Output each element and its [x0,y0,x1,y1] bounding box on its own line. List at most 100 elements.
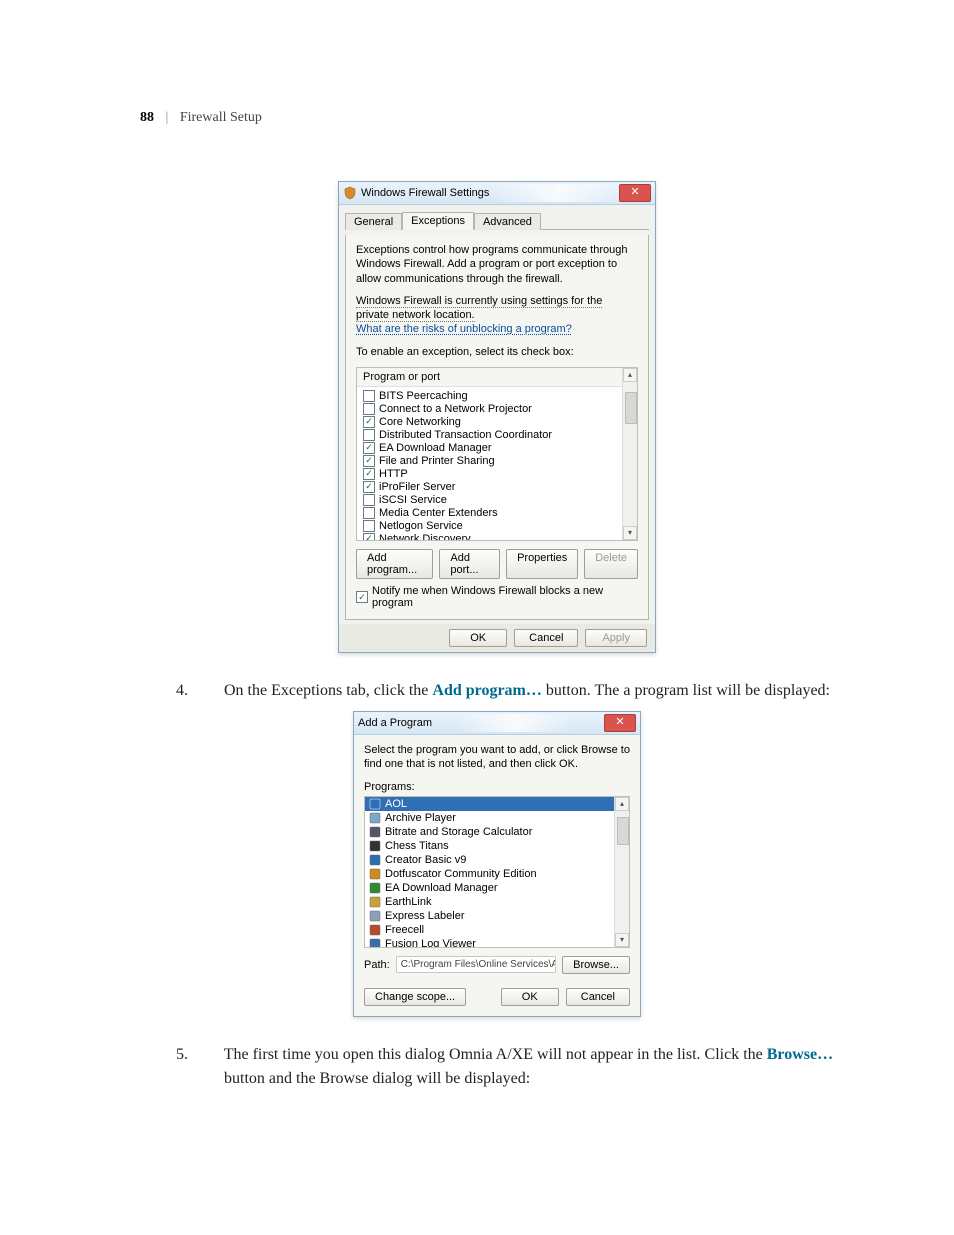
list-item-label: Archive Player [385,812,456,824]
list-item[interactable]: Dotfuscator Community Edition [365,867,629,881]
ok-button[interactable]: OK [449,629,507,647]
shield-icon [343,186,357,200]
list-item-label: Media Center Extenders [379,507,498,519]
dialog-footer: OK Cancel Apply [339,624,655,652]
list-item-label: Chess Titans [385,840,449,852]
list-item-label: EA Download Manager [385,882,498,894]
step-5: 5. The first time you open this dialog O… [200,1043,854,1091]
cancel-button[interactable]: Cancel [566,988,630,1006]
program-icon [369,882,381,894]
scrollbar[interactable]: ▴ ▾ [622,368,637,540]
list-item[interactable]: AOL [365,797,629,811]
step-4-post: button. The a program list will be displ… [542,682,830,699]
program-icon [369,840,381,852]
scroll-down-icon[interactable]: ▾ [615,933,629,947]
cancel-button[interactable]: Cancel [514,629,578,647]
list-item[interactable]: Netlogon Service [363,519,637,532]
list-item[interactable]: ✓HTTP [363,467,637,480]
checkbox[interactable] [363,390,375,402]
firewall-settings-dialog: Windows Firewall Settings ✕ General Exce… [338,181,656,653]
change-scope-button[interactable]: Change scope... [364,988,466,1006]
apply-button[interactable]: Apply [585,629,647,647]
list-item[interactable]: EarthLink [365,895,629,909]
list-item[interactable]: iSCSI Service [363,493,637,506]
glass-highlight [454,714,574,732]
checkbox[interactable] [363,403,375,415]
list-item-label: Creator Basic v9 [385,854,466,866]
add-program-button[interactable]: Add program... [356,549,433,579]
tabstrip: General Exceptions Advanced [345,209,649,230]
tab-advanced[interactable]: Advanced [474,213,541,230]
list-item[interactable]: Fusion Log Viewer [365,937,629,948]
step-5-number: 5. [200,1043,220,1067]
titlebar[interactable]: Windows Firewall Settings ✕ [339,182,655,205]
list-item-label: Dotfuscator Community Edition [385,868,537,880]
properties-button[interactable]: Properties [506,549,578,579]
program-icon [369,910,381,922]
scroll-thumb[interactable] [617,817,629,845]
program-icon [369,812,381,824]
checkbox[interactable]: ✓ [363,455,375,467]
tab-exceptions[interactable]: Exceptions [402,212,474,230]
list-item[interactable]: ✓ EA Download Manager [363,441,637,454]
checkbox[interactable] [363,507,375,519]
page-number: 88 [140,110,154,125]
tab-general[interactable]: General [345,213,402,230]
scroll-thumb[interactable] [625,392,637,424]
close-button[interactable]: ✕ [604,714,636,732]
scroll-up-icon[interactable]: ▴ [623,368,637,382]
list-item[interactable]: EA Download Manager [365,881,629,895]
list-item-label: EarthLink [385,896,431,908]
risk-link[interactable]: What are the risks of unblocking a progr… [356,323,572,335]
ok-button[interactable]: OK [501,988,559,1006]
list-item-label: iSCSI Service [379,494,447,506]
list-item-label: Distributed Transaction Coordinator [379,429,552,441]
list-item[interactable]: Express Labeler [365,909,629,923]
checkbox[interactable]: ✓ [363,468,375,480]
step-5-pre: The first time you open this dialog Omni… [224,1046,767,1063]
list-item[interactable]: Connect to a Network Projector [363,402,637,415]
list-item[interactable]: BITS Peercaching [363,389,637,402]
checkbox[interactable]: ✓ [363,481,375,493]
checkbox[interactable]: ✓ [363,533,375,542]
programs-listbox[interactable]: AOLArchive PlayerBitrate and Storage Cal… [364,796,630,948]
list-item-label: BITS Peercaching [379,390,468,402]
scroll-down-icon[interactable]: ▾ [623,526,637,540]
scrollbar[interactable]: ▴ ▾ [614,797,629,947]
dialog-footer: Change scope... OK Cancel [364,988,630,1006]
list-item[interactable]: Bitrate and Storage Calculator [365,825,629,839]
dialog-title: Add a Program [358,717,432,729]
list-item[interactable]: Distributed Transaction Coordinator [363,428,637,441]
path-field[interactable]: C:\Program Files\Online Services\Aolcs\I… [396,956,556,973]
notify-row[interactable]: ✓ Notify me when Windows Firewall blocks… [356,585,638,609]
checkbox[interactable]: ✓ [363,442,375,454]
list-item[interactable]: Freecell [365,923,629,937]
checkbox[interactable] [363,520,375,532]
programs-label: Programs: [364,780,630,794]
add-program-dialog: Add a Program ✕ Select the program you w… [353,711,641,1017]
checkbox[interactable] [363,494,375,506]
step-5-bold: Browse… [767,1046,833,1063]
titlebar[interactable]: Add a Program ✕ [354,712,640,735]
list-item[interactable]: ✓Network Discovery [363,532,637,541]
add-port-button[interactable]: Add port... [439,549,500,579]
list-item[interactable]: Chess Titans [365,839,629,853]
list-item-label: EA Download Manager [379,442,492,454]
list-item[interactable]: ✓Core Networking [363,415,637,428]
enable-line: To enable an exception, select its check… [356,345,638,359]
close-button[interactable]: ✕ [619,184,651,202]
delete-button[interactable]: Delete [584,549,638,579]
exceptions-listbox[interactable]: Program or port BITS PeercachingConnect … [356,367,638,541]
list-item[interactable]: Creator Basic v9 [365,853,629,867]
list-item[interactable]: ✓iProFiler Server [363,480,637,493]
checkbox[interactable] [363,429,375,441]
notify-label: Notify me when Windows Firewall blocks a… [372,585,638,609]
step-4-pre: On the Exceptions tab, click the [224,682,432,699]
scroll-up-icon[interactable]: ▴ [615,797,629,811]
list-item[interactable]: Archive Player [365,811,629,825]
list-item[interactable]: ✓File and Printer Sharing [363,454,637,467]
browse-button[interactable]: Browse... [562,956,630,974]
checkbox[interactable]: ✓ [363,416,375,428]
notify-checkbox[interactable]: ✓ [356,591,368,603]
list-item[interactable]: Media Center Extenders [363,506,637,519]
